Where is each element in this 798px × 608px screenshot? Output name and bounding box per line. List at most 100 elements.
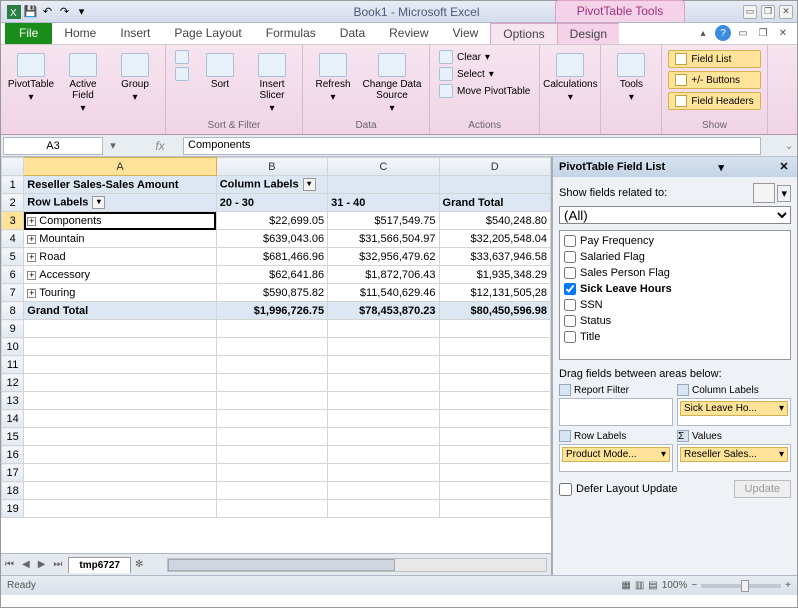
cell[interactable]: Column Labels▾: [216, 176, 327, 194]
change-data-source-button[interactable]: Change Data Source▾: [361, 47, 423, 114]
undo-icon[interactable]: ↶: [39, 3, 56, 20]
move-pivottable-button[interactable]: Move PivotTable: [436, 83, 533, 99]
zoom-level[interactable]: 100%: [662, 580, 688, 591]
field-checkbox[interactable]: [564, 267, 576, 279]
restore-icon[interactable]: ❐: [761, 5, 775, 19]
column-labels-filter[interactable]: ▾: [303, 178, 316, 191]
sheet-first-icon[interactable]: ⏮: [1, 559, 18, 570]
field-checkbox[interactable]: [564, 315, 576, 327]
view-layout-icon[interactable]: ▥: [635, 580, 644, 591]
expand-icon[interactable]: +: [27, 253, 36, 262]
sort-az-button[interactable]: [172, 49, 192, 65]
expand-icon[interactable]: +: [27, 289, 36, 298]
layout-dropdown-icon[interactable]: ▾: [777, 185, 791, 202]
zoom-out-icon[interactable]: −: [691, 580, 697, 591]
minimize-ribbon-icon[interactable]: ▴: [695, 25, 711, 41]
row-labels-area[interactable]: Product Mode...▾: [559, 444, 673, 472]
sheet-prev-icon[interactable]: ◀: [18, 559, 34, 570]
sort-za-button[interactable]: [172, 66, 192, 82]
zoom-slider[interactable]: [701, 584, 781, 588]
expand-icon[interactable]: +: [27, 235, 36, 244]
refresh-button[interactable]: Refresh▾: [309, 47, 357, 103]
tab-page-layout[interactable]: Page Layout: [162, 23, 253, 44]
row-labels-filter[interactable]: ▾: [92, 196, 105, 209]
plusminus-toggle[interactable]: +/- Buttons: [668, 71, 760, 89]
cell[interactable]: Reseller Sales-Sales Amount: [24, 176, 216, 194]
row-header[interactable]: 3: [2, 212, 24, 230]
field-checkbox[interactable]: [564, 331, 576, 343]
field-item[interactable]: Title: [562, 329, 788, 345]
sheet-last-icon[interactable]: ⏭: [49, 559, 66, 570]
tab-insert[interactable]: Insert: [108, 23, 162, 44]
col-header-a[interactable]: A: [24, 158, 216, 176]
name-box[interactable]: A3: [3, 137, 103, 155]
field-item[interactable]: Status: [562, 313, 788, 329]
help-icon[interactable]: ?: [715, 25, 731, 41]
select-button[interactable]: Select ▾: [436, 66, 533, 82]
redo-icon[interactable]: ↷: [56, 3, 73, 20]
field-headers-toggle[interactable]: Field Headers: [668, 92, 760, 110]
panel-dropdown-icon[interactable]: ▾: [718, 161, 724, 174]
sheet-next-icon[interactable]: ▶: [34, 559, 50, 570]
tab-formulas[interactable]: Formulas: [254, 23, 328, 44]
tab-review[interactable]: Review: [377, 23, 440, 44]
excel-icon[interactable]: X: [5, 3, 22, 20]
chip-reseller-sales[interactable]: Reseller Sales...▾: [680, 447, 788, 462]
group-button[interactable]: Group▾: [111, 47, 159, 103]
file-tab[interactable]: File: [5, 23, 52, 44]
pivottable-button[interactable]: PivotTable▾: [7, 47, 55, 103]
field-item[interactable]: Pay Frequency: [562, 233, 788, 249]
sheet-tab[interactable]: tmp6727: [68, 557, 131, 573]
active-field-button[interactable]: Active Field▾: [59, 47, 107, 114]
field-item[interactable]: Sick Leave Hours: [562, 281, 788, 297]
field-checkbox[interactable]: [564, 235, 576, 247]
tab-home[interactable]: Home: [52, 23, 108, 44]
name-box-dropdown[interactable]: ▾: [105, 139, 121, 152]
report-filter-area[interactable]: [559, 398, 673, 426]
field-item[interactable]: SSN: [562, 297, 788, 313]
spreadsheet-grid[interactable]: A B C D 1Reseller Sales-Sales AmountColu…: [1, 157, 551, 518]
row-header[interactable]: 1: [2, 176, 24, 194]
values-area[interactable]: Reseller Sales...▾: [677, 444, 791, 472]
field-item[interactable]: Sales Person Flag: [562, 265, 788, 281]
fx-icon[interactable]: fx: [137, 139, 183, 153]
field-item[interactable]: Salaried Flag: [562, 249, 788, 265]
wb-minimize-icon[interactable]: ▭: [735, 25, 751, 41]
sort-button[interactable]: Sort: [196, 47, 244, 90]
field-list[interactable]: Pay FrequencySalaried FlagSales Person F…: [559, 230, 791, 360]
col-header-b[interactable]: B: [216, 158, 327, 176]
wb-restore-icon[interactable]: ❐: [755, 25, 771, 41]
expand-icon[interactable]: +: [27, 217, 36, 226]
field-list-toggle[interactable]: Field List: [668, 50, 760, 68]
related-select[interactable]: (All): [559, 206, 791, 224]
insert-slicer-button[interactable]: Insert Slicer▾: [248, 47, 296, 114]
view-break-icon[interactable]: ▤: [648, 580, 657, 591]
qat-customize-icon[interactable]: ▾: [73, 3, 90, 20]
horizontal-scrollbar[interactable]: [167, 558, 547, 572]
panel-close-icon[interactable]: ✕: [777, 160, 791, 174]
wb-close-icon[interactable]: ✕: [775, 25, 791, 41]
field-checkbox[interactable]: [564, 299, 576, 311]
tab-design[interactable]: Design: [558, 23, 619, 44]
formula-bar[interactable]: Components: [183, 137, 761, 155]
expand-icon[interactable]: +: [27, 271, 36, 280]
tab-data[interactable]: Data: [328, 23, 377, 44]
column-labels-area[interactable]: Sick Leave Ho...▾: [677, 398, 791, 426]
update-button[interactable]: Update: [734, 480, 791, 498]
tools-button[interactable]: Tools▾: [607, 47, 655, 103]
col-header-c[interactable]: C: [328, 158, 439, 176]
close-icon[interactable]: ✕: [779, 5, 793, 19]
tab-view[interactable]: View: [441, 23, 491, 44]
minimize-icon[interactable]: ▭: [743, 5, 757, 19]
save-icon[interactable]: 💾: [22, 3, 39, 20]
view-normal-icon[interactable]: ▦: [621, 580, 630, 591]
tab-options[interactable]: Options: [490, 23, 557, 44]
layout-button[interactable]: [753, 183, 775, 203]
new-sheet-icon[interactable]: ✻: [131, 559, 147, 570]
clear-button[interactable]: Clear ▾: [436, 49, 533, 65]
row-header[interactable]: 2: [2, 194, 24, 212]
zoom-in-icon[interactable]: +: [785, 580, 791, 591]
col-header-d[interactable]: D: [439, 158, 550, 176]
chip-sick-leave[interactable]: Sick Leave Ho...▾: [680, 401, 788, 416]
chip-product-model[interactable]: Product Mode...▾: [562, 447, 670, 462]
